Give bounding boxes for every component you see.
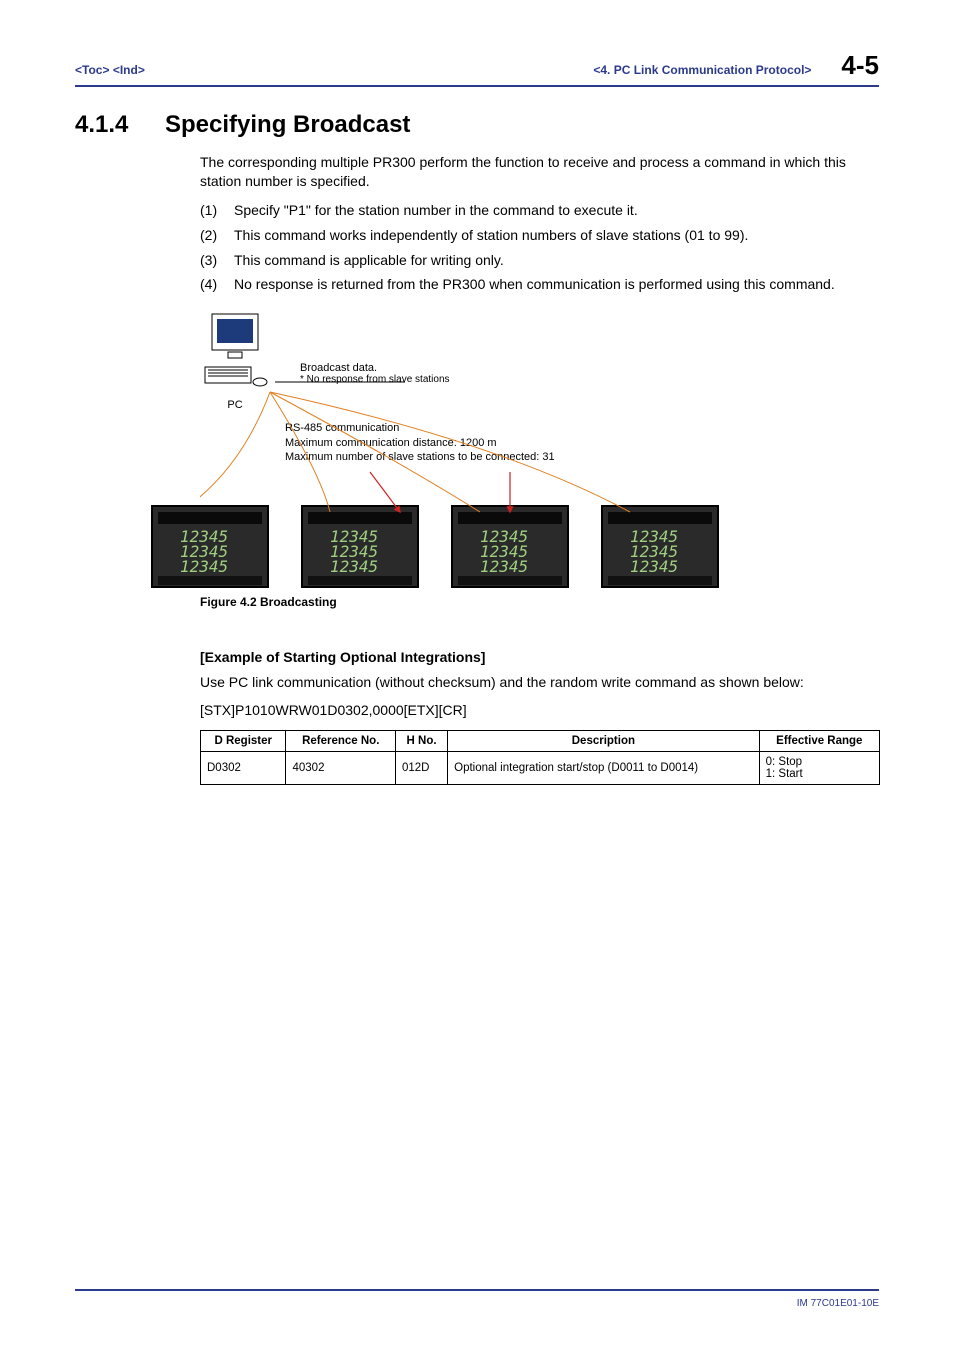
svg-text:12345: 12345 — [630, 557, 678, 576]
svg-text:12345: 12345 — [180, 557, 228, 576]
svg-text:12345: 12345 — [480, 557, 528, 576]
register-table: D Register Reference No. H No. Descripti… — [200, 730, 880, 785]
cell-ref: 40302 — [286, 752, 396, 785]
list-text: This command is applicable for writing o… — [234, 251, 504, 270]
th-desc: Description — [448, 731, 759, 752]
list-num: (4) — [200, 275, 234, 294]
list-num: (2) — [200, 226, 234, 245]
figure-broadcast: PC Broadcast data. * No response from sl… — [200, 312, 879, 589]
devices-row: 123451234512345 123451234512345 12345123… — [150, 504, 879, 589]
list-num: (1) — [200, 201, 234, 220]
toc-link[interactable]: <Toc> — [75, 63, 109, 77]
list-text: Specify "P1" for the station number in t… — [234, 201, 638, 220]
cell-desc: Optional integration start/stop (D0011 t… — [448, 752, 759, 785]
list-text: No response is returned from the PR300 w… — [234, 275, 835, 294]
cell-range: 0: Stop 1: Start — [759, 752, 879, 785]
cell-hno: 012D — [395, 752, 447, 785]
cell-dreg: D0302 — [201, 752, 286, 785]
device-icon: 123451234512345 — [450, 504, 570, 589]
numbered-list: (1)Specify "P1" for the station number i… — [200, 201, 879, 295]
section-heading: Specifying Broadcast — [165, 111, 410, 138]
example-text: Use PC link communication (without check… — [200, 673, 879, 692]
rs-line: Maximum communication distance: 1200 m — [285, 436, 879, 450]
svg-text:12345: 12345 — [330, 557, 378, 576]
th-range: Effective Range — [759, 731, 879, 752]
example-code: [STX]P1010WRW01D0302,0000[ETX][CR] — [200, 702, 879, 718]
example-heading: [Example of Starting Optional Integratio… — [200, 649, 879, 665]
broadcast-label: Broadcast data. * No response from slave… — [300, 362, 450, 385]
page-header: <Toc> <Ind> <4. PC Link Communication Pr… — [75, 50, 879, 87]
th-ref: Reference No. — [286, 731, 396, 752]
rs-line: RS-485 communication — [285, 421, 879, 435]
figure-caption: Figure 4.2 Broadcasting — [200, 595, 879, 609]
section-number: 4.1.4 — [75, 111, 165, 139]
th-dreg: D Register — [201, 731, 286, 752]
chapter-label: <4. PC Link Communication Protocol> — [593, 63, 811, 77]
section-title: 4.1.4Specifying Broadcast — [75, 111, 879, 139]
rs-line: Maximum number of slave stations to be c… — [285, 450, 879, 464]
broadcast-sub: * No response from slave stations — [300, 374, 450, 385]
th-hno: H No. — [395, 731, 447, 752]
pc-label: PC — [200, 399, 270, 411]
pc-icon — [200, 312, 270, 392]
footer-doc-id: IM 77C01E01-10E — [797, 1298, 879, 1309]
table-row: D0302 40302 012D Optional integration st… — [201, 752, 880, 785]
device-icon: 123451234512345 — [600, 504, 720, 589]
device-icon: 123451234512345 — [150, 504, 270, 589]
footer-rule — [75, 1289, 879, 1291]
ind-link[interactable]: <Ind> — [113, 63, 145, 77]
page-number: 4-5 — [841, 50, 879, 81]
list-text: This command works independently of stat… — [234, 226, 748, 245]
intro-paragraph: The corresponding multiple PR300 perform… — [200, 153, 879, 191]
broadcast-title: Broadcast data. — [300, 362, 450, 374]
device-icon: 123451234512345 — [300, 504, 420, 589]
rs485-label: RS-485 communication Maximum communicati… — [285, 421, 879, 464]
list-num: (3) — [200, 251, 234, 270]
header-links: <Toc> <Ind> — [75, 63, 145, 77]
